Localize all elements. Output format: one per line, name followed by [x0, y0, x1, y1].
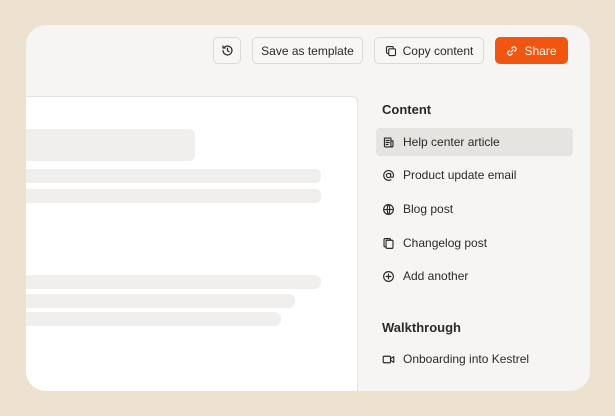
walkthrough-item-onboarding[interactable]: Onboarding into Kestrel: [376, 345, 573, 373]
content-item-label: Blog post: [403, 202, 454, 216]
content-item-label: Add another: [403, 269, 469, 283]
history-icon: [221, 45, 233, 56]
save-as-template-button[interactable]: Save as template: [252, 37, 363, 64]
article-icon: [382, 136, 395, 149]
plus-circle-icon: [382, 270, 395, 283]
placeholder-line: [26, 169, 321, 183]
placeholder-line: [26, 189, 321, 203]
share-label: Share: [524, 43, 557, 58]
globe-icon: [382, 203, 395, 216]
content-item-label: Help center article: [403, 135, 500, 149]
walkthrough-item-label: Onboarding into Kestrel: [403, 352, 530, 366]
placeholder-title-bar: [26, 129, 195, 161]
content-item-blog-post[interactable]: Blog post: [376, 195, 573, 223]
link-icon: [507, 45, 518, 56]
history-button[interactable]: [213, 37, 241, 64]
copy-content-label: Copy content: [402, 43, 474, 58]
content-item-help-center-article[interactable]: Help center article: [376, 128, 573, 156]
content-item-product-update-email[interactable]: Product update email: [376, 161, 573, 189]
placeholder-line: [26, 275, 321, 289]
document-preview: [26, 96, 358, 391]
placeholder-line: [26, 294, 295, 308]
video-icon: [382, 353, 395, 366]
copy-icon: [385, 45, 396, 56]
copy-pages-icon: [382, 237, 395, 250]
at-sign-icon: [382, 169, 395, 182]
placeholder-line: [26, 312, 281, 326]
content-item-label: Changelog post: [403, 236, 488, 250]
save-as-template-label: Save as template: [261, 43, 354, 58]
share-button[interactable]: Share: [495, 37, 568, 64]
copy-content-button[interactable]: Copy content: [374, 37, 484, 64]
walkthrough-section-title: Walkthrough: [382, 320, 461, 335]
toolbar: Save as template Copy content Share: [26, 25, 590, 77]
content-section-title: Content: [382, 102, 432, 117]
content-item-label: Product update email: [403, 168, 517, 182]
content-item-changelog-post[interactable]: Changelog post: [376, 229, 573, 257]
content-item-add-another[interactable]: Add another: [376, 262, 573, 290]
app-window: Save as template Copy content Share Cont…: [26, 25, 590, 391]
